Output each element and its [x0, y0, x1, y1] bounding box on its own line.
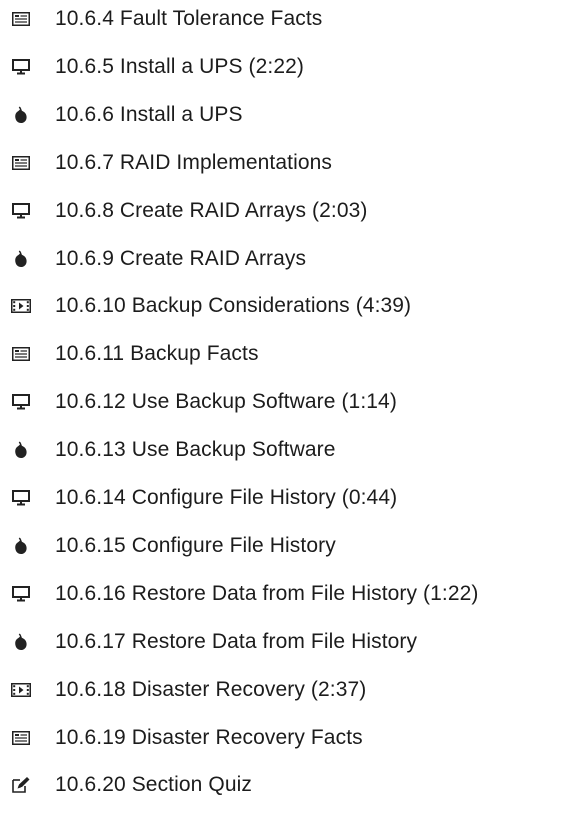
- list-item[interactable]: 10.6.13 Use Backup Software: [0, 434, 578, 466]
- monitor-icon: [11, 488, 31, 508]
- list-item[interactable]: 10.6.6 Install a UPS: [0, 99, 578, 131]
- document-icon: [11, 728, 31, 748]
- monitor-icon: [11, 57, 31, 77]
- mouse-icon: [11, 632, 31, 652]
- list-item[interactable]: 10.6.10 Backup Considerations (4:39): [0, 290, 578, 322]
- list-item[interactable]: 10.6.4 Fault Tolerance Facts: [0, 3, 578, 35]
- list-item[interactable]: 10.6.11 Backup Facts: [0, 338, 578, 370]
- mouse-icon: [11, 536, 31, 556]
- film-icon: [11, 680, 31, 700]
- list-item[interactable]: 10.6.9 Create RAID Arrays: [0, 243, 578, 275]
- document-icon: [11, 344, 31, 364]
- quiz-icon: [11, 775, 31, 795]
- list-item-label[interactable]: 10.6.18 Disaster Recovery (2:37): [55, 674, 366, 706]
- list-item-label[interactable]: 10.6.8 Create RAID Arrays (2:03): [55, 195, 368, 227]
- list-item-label[interactable]: 10.6.9 Create RAID Arrays: [55, 243, 306, 275]
- monitor-icon: [11, 201, 31, 221]
- list-item-label[interactable]: 10.6.10 Backup Considerations (4:39): [55, 290, 411, 322]
- list-item-label[interactable]: 10.6.15 Configure File History: [55, 530, 336, 562]
- list-item[interactable]: 10.6.19 Disaster Recovery Facts: [0, 722, 578, 754]
- list-item[interactable]: 10.6.18 Disaster Recovery (2:37): [0, 674, 578, 706]
- document-icon: [11, 9, 31, 29]
- list-item[interactable]: 10.6.14 Configure File History (0:44): [0, 482, 578, 514]
- list-item[interactable]: 10.6.5 Install a UPS (2:22): [0, 51, 578, 83]
- list-item[interactable]: 10.6.15 Configure File History: [0, 530, 578, 562]
- list-item-label[interactable]: 10.6.11 Backup Facts: [55, 338, 259, 370]
- list-item[interactable]: 10.6.12 Use Backup Software (1:14): [0, 386, 578, 418]
- monitor-icon: [11, 584, 31, 604]
- mouse-icon: [11, 440, 31, 460]
- list-item-label[interactable]: 10.6.17 Restore Data from File History: [55, 626, 417, 658]
- list-item-label[interactable]: 10.6.6 Install a UPS: [55, 99, 243, 131]
- list-item-label[interactable]: 10.6.14 Configure File History (0:44): [55, 482, 397, 514]
- list-item[interactable]: 10.6.8 Create RAID Arrays (2:03): [0, 195, 578, 227]
- list-item[interactable]: 10.6.20 Section Quiz: [0, 769, 578, 801]
- list-item[interactable]: 10.6.17 Restore Data from File History: [0, 626, 578, 658]
- list-item-label[interactable]: 10.6.5 Install a UPS (2:22): [55, 51, 304, 83]
- list-item-label[interactable]: 10.6.20 Section Quiz: [55, 769, 252, 801]
- list-item[interactable]: 10.6.7 RAID Implementations: [0, 147, 578, 179]
- mouse-icon: [11, 105, 31, 125]
- list-item-label[interactable]: 10.6.16 Restore Data from File History (…: [55, 578, 479, 610]
- monitor-icon: [11, 392, 31, 412]
- list-item[interactable]: 10.6.16 Restore Data from File History (…: [0, 578, 578, 610]
- film-icon: [11, 296, 31, 316]
- list-item-label[interactable]: 10.6.19 Disaster Recovery Facts: [55, 722, 363, 754]
- list-item-label[interactable]: 10.6.7 RAID Implementations: [55, 147, 332, 179]
- list-item-label[interactable]: 10.6.12 Use Backup Software (1:14): [55, 386, 397, 418]
- document-icon: [11, 153, 31, 173]
- list-item-label[interactable]: 10.6.4 Fault Tolerance Facts: [55, 3, 322, 35]
- list-item-label[interactable]: 10.6.13 Use Backup Software: [55, 434, 336, 466]
- mouse-icon: [11, 249, 31, 269]
